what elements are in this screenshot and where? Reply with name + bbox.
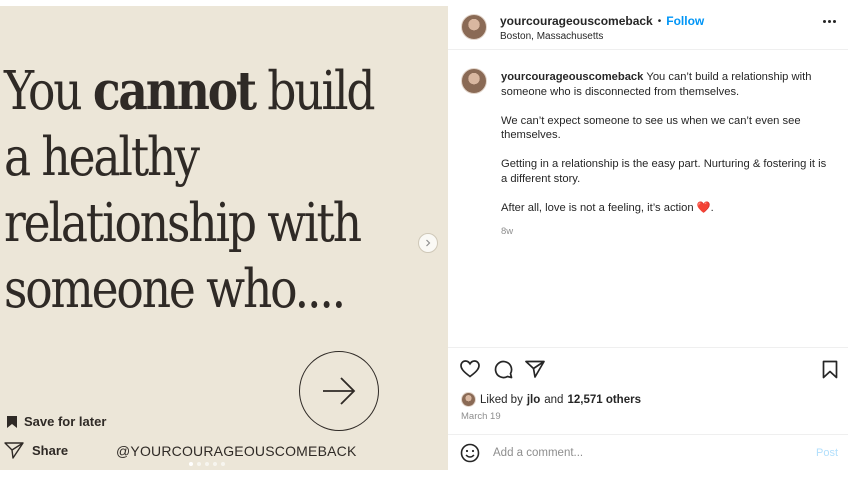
save-for-later-button[interactable]: Save for later: [6, 414, 106, 429]
post-details-panel: yourcourageouscomeback • Follow Boston, …: [448, 6, 848, 470]
caption-area: yourcourageouscomeback You can’t build a …: [448, 50, 848, 348]
post-image[interactable]: You cannot build a healthy relationship …: [0, 6, 448, 470]
carousel-dot: [189, 462, 193, 466]
comment-input[interactable]: [493, 446, 793, 459]
send-button[interactable]: [524, 358, 546, 380]
post-date: March 19: [461, 411, 501, 422]
follow-button[interactable]: Follow: [666, 14, 704, 28]
header-username-row: yourcourageouscomeback • Follow: [500, 14, 704, 28]
like-button[interactable]: [459, 358, 481, 380]
headline-text: build: [254, 61, 375, 122]
share-label: Share: [32, 442, 69, 458]
watermark-handle: @YOURCOURAGEOUSCOMEBACK: [116, 443, 357, 459]
avatar[interactable]: [461, 392, 476, 407]
location-link[interactable]: Boston, Massachusetts: [500, 31, 704, 42]
headline-bold-text: cannot: [92, 60, 257, 122]
post-comment-button[interactable]: Post: [816, 447, 838, 459]
carousel-next-button[interactable]: [418, 233, 438, 253]
carousel-dot: [197, 462, 201, 466]
avatar[interactable]: [461, 68, 487, 94]
likes-prefix: Liked by: [480, 393, 523, 406]
carousel-dot: [213, 462, 217, 466]
username-link[interactable]: yourcourageouscomeback: [500, 14, 653, 28]
bookmark-icon: [822, 360, 838, 378]
caption-username-link[interactable]: yourcourageouscomeback: [501, 71, 643, 83]
headline-line-2: a healthy: [4, 127, 200, 188]
heart-icon: [460, 360, 480, 378]
caption-paragraph: Getting in a relationship is the easy pa…: [501, 158, 827, 185]
caption-paragraph: yourcourageouscomeback You can’t build a …: [501, 70, 831, 99]
caption-time-ago[interactable]: 8w: [501, 225, 831, 240]
heart-emoji-icon: ❤️: [696, 201, 711, 214]
caption-paragraph: After all, love is not a feeling, it’s a…: [501, 201, 831, 216]
likes-summary: Liked by jlo and 12,571 others: [461, 392, 641, 407]
likes-count-link[interactable]: 12,571 others: [567, 394, 641, 406]
header-text: yourcourageouscomeback • Follow Boston, …: [500, 14, 704, 42]
comment-icon: [494, 360, 513, 379]
bookmark-icon: [7, 415, 17, 428]
chevron-right-icon: [426, 239, 431, 247]
caption-paragraph-text: After all, love is not a feeling, it’s a…: [501, 201, 697, 214]
headline-line-4: someone who....: [4, 259, 346, 320]
more-icon[interactable]: [823, 20, 836, 23]
arrow-circle-graphic: [299, 351, 379, 431]
liked-by-user-link[interactable]: jlo: [527, 394, 540, 406]
likes-middle: and: [544, 393, 564, 406]
separator-dot: •: [657, 15, 662, 27]
action-bar: [448, 358, 848, 384]
caption-text: yourcourageouscomeback You can’t build a …: [501, 70, 831, 239]
send-icon: [525, 360, 545, 378]
more-dot: [828, 20, 831, 23]
carousel-indicator: [189, 462, 225, 466]
emoji-icon[interactable]: [460, 443, 480, 463]
save-for-later-label: Save for later: [24, 414, 107, 429]
avatar[interactable]: [461, 14, 487, 40]
more-dot: [823, 20, 826, 23]
carousel-dot: [221, 462, 225, 466]
share-icon: [4, 442, 24, 459]
caption-period: .: [710, 201, 714, 214]
arrow-right-icon: [323, 377, 356, 405]
headline-line-3: relationship with: [4, 193, 362, 254]
carousel-dot: [205, 462, 209, 466]
share-button[interactable]: Share: [4, 441, 68, 459]
caption-paragraph: We can’t expect someone to see us when w…: [501, 114, 801, 142]
headline-line-1: You cannot build: [4, 58, 382, 125]
headline-text: You: [4, 61, 93, 122]
more-dot: [833, 20, 836, 23]
comment-button[interactable]: [492, 358, 514, 380]
image-headline: You cannot build a healthy relationship …: [4, 58, 382, 323]
save-post-button[interactable]: [819, 358, 841, 380]
comment-bar: Post: [448, 434, 848, 470]
post-header: yourcourageouscomeback • Follow Boston, …: [448, 6, 848, 50]
